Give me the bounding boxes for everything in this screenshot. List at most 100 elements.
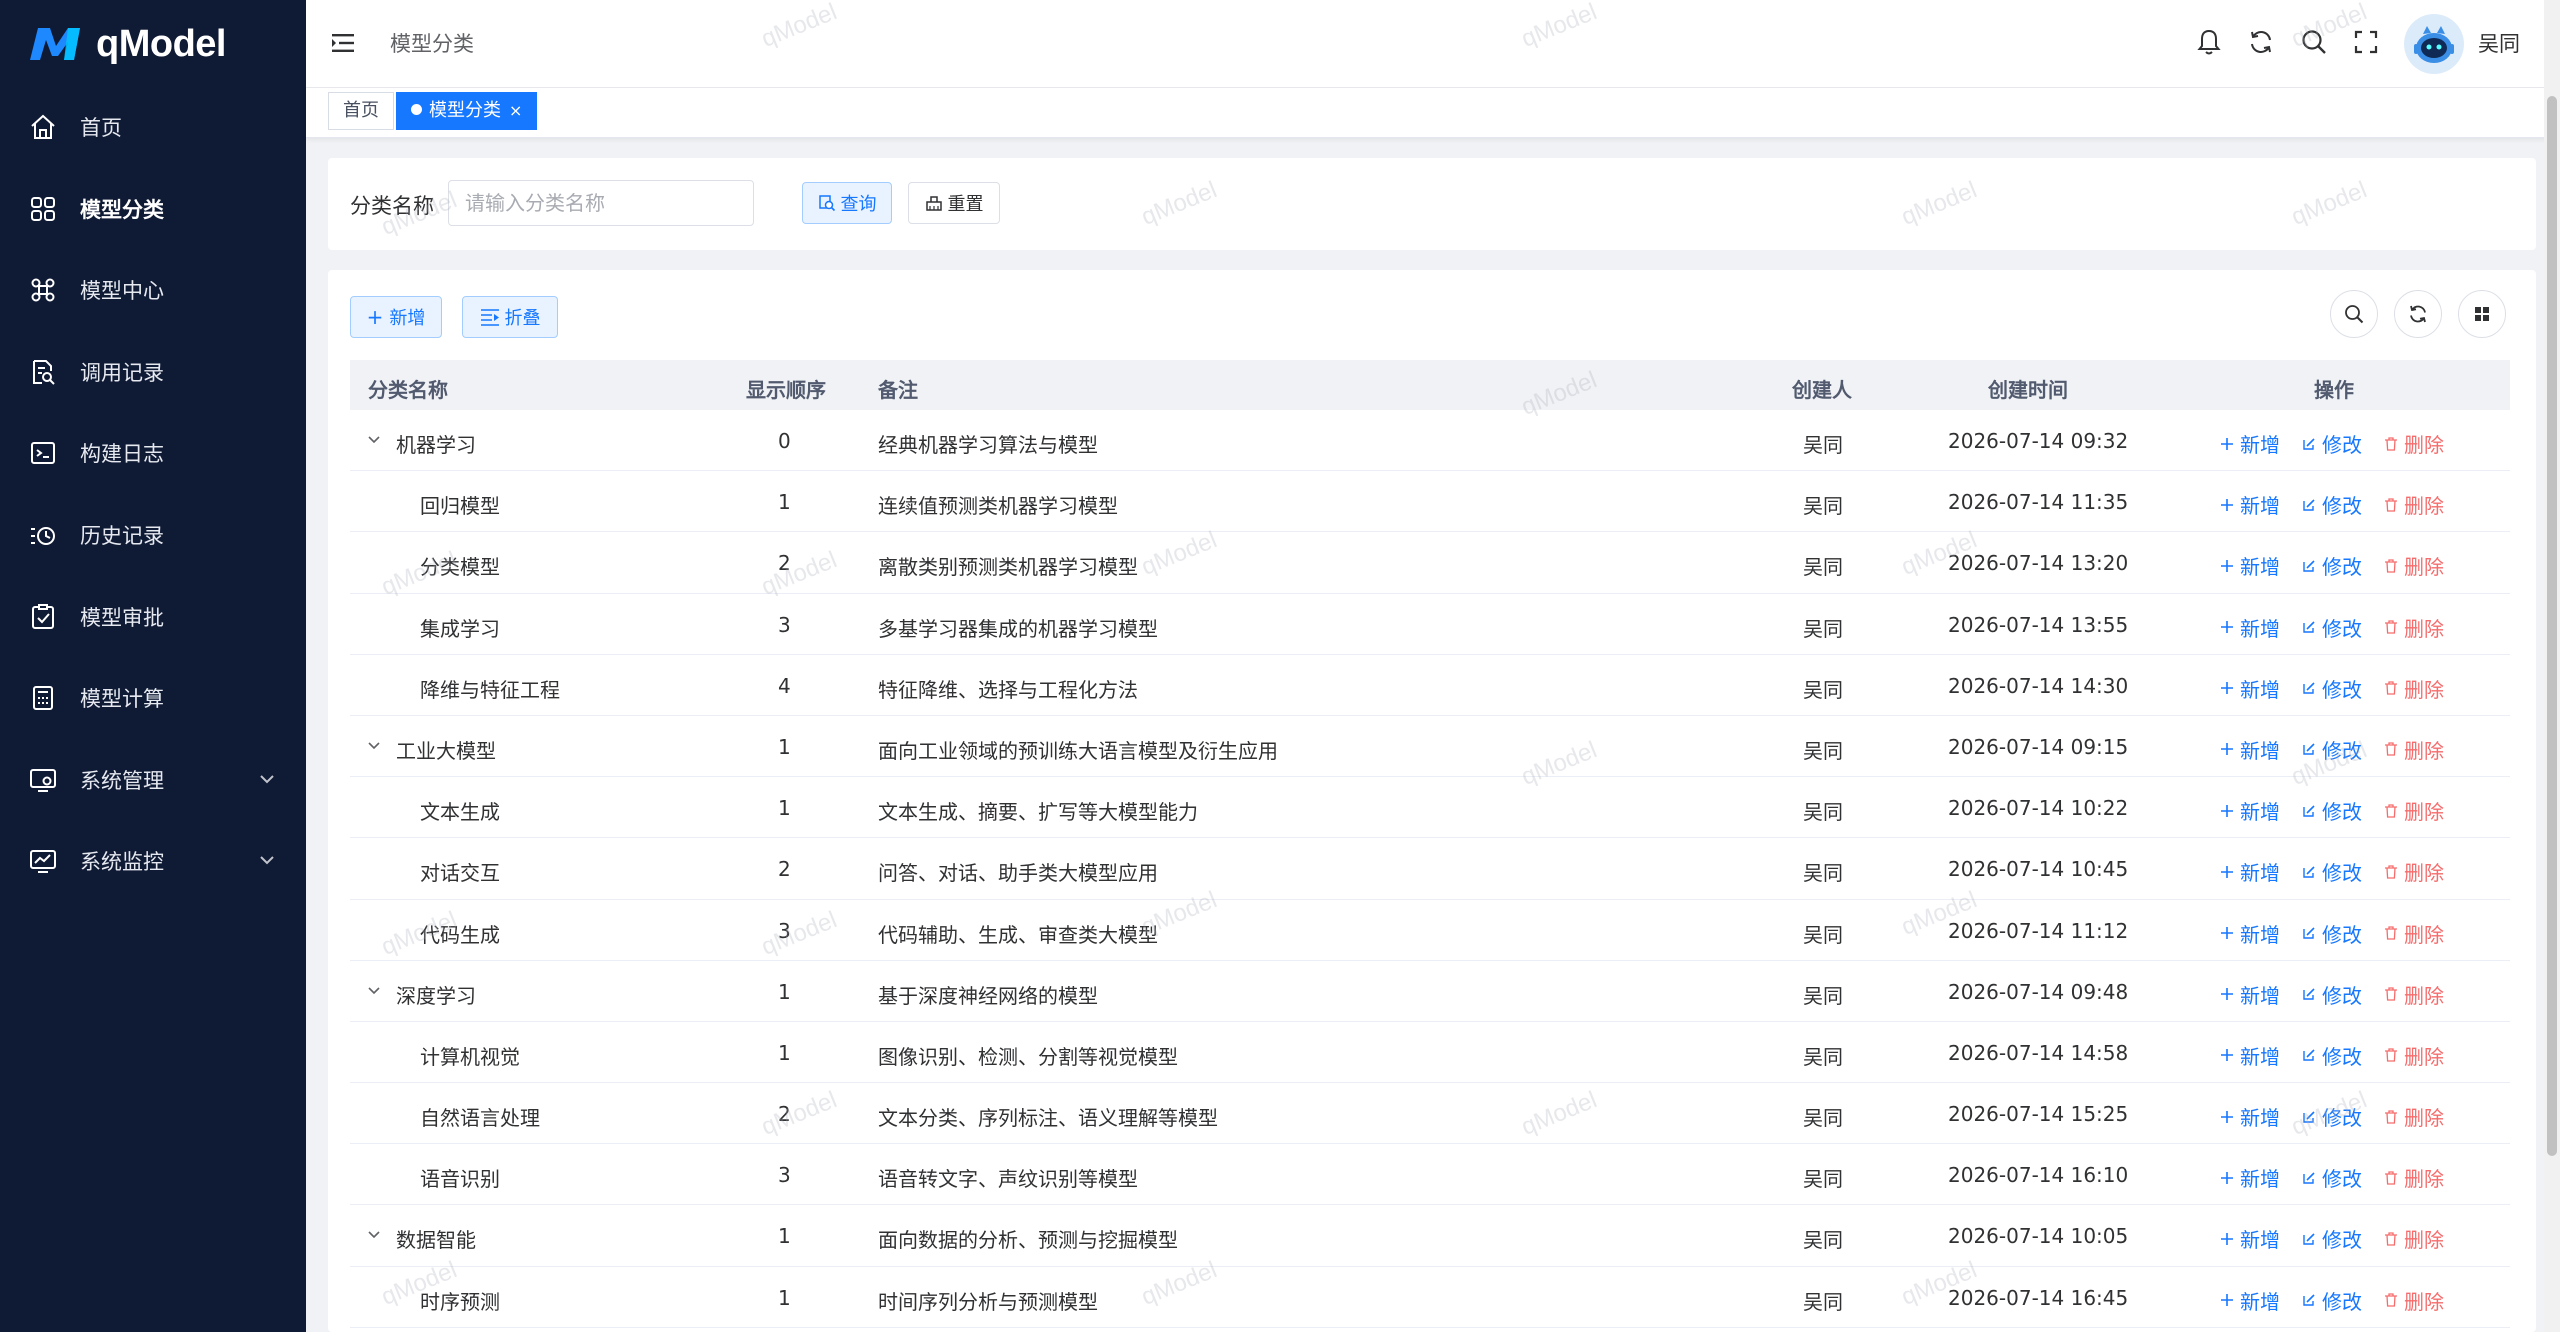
row-edit-button[interactable]: 修改: [2302, 551, 2362, 580]
row-delete-button[interactable]: 删除: [2384, 613, 2444, 642]
row-delete-button[interactable]: 删除: [2384, 1163, 2444, 1192]
row-add-button[interactable]: 新增: [2220, 551, 2280, 580]
row-edit-button[interactable]: 修改: [2302, 857, 2362, 886]
chevron-down-icon[interactable]: [366, 432, 382, 448]
row-add-button[interactable]: 新增: [2220, 919, 2280, 948]
username[interactable]: 吴同: [2478, 28, 2520, 58]
row-delete-button[interactable]: 删除: [2384, 674, 2444, 703]
category-name-cell: 分类模型: [420, 555, 500, 580]
created-time-cell: 2026-07-14 09:15: [1948, 734, 2129, 759]
row-edit-button[interactable]: 修改: [2302, 1224, 2362, 1253]
chevron-down-icon[interactable]: [366, 1227, 382, 1243]
refresh-icon[interactable]: [2246, 27, 2276, 57]
plus-icon: [2221, 804, 2233, 817]
category-name-cell: 降维与特征工程: [420, 677, 560, 702]
row-edit-label: 修改: [2322, 861, 2362, 886]
tab-label: 首页: [343, 100, 379, 121]
plus-icon: [2221, 865, 2233, 878]
table-row: 集成学习 3 多基学习器集成的机器学习模型 吴同 2026-07-14 13:55 新增 修…: [350, 594, 2510, 655]
row-add-button[interactable]: 新增: [2220, 1286, 2280, 1315]
creator-cell: 吴同: [1803, 616, 1843, 641]
sidebar-item-8[interactable]: 系统管理: [0, 744, 306, 816]
row-delete-button[interactable]: 删除: [2384, 980, 2444, 1009]
sidebar-item-6[interactable]: 模型审批: [0, 581, 306, 653]
row-delete-button[interactable]: 删除: [2384, 735, 2444, 764]
sidebar-item-1[interactable]: 模型分类: [0, 173, 306, 245]
row-add-button[interactable]: 新增: [2220, 674, 2280, 703]
row-edit-button[interactable]: 修改: [2302, 796, 2362, 825]
row-add-button[interactable]: 新增: [2220, 980, 2280, 1009]
close-icon[interactable]: ×: [509, 93, 522, 129]
row-edit-button[interactable]: 修改: [2302, 1102, 2362, 1131]
row-add-button[interactable]: 新增: [2220, 1102, 2280, 1131]
creator-cell: 吴同: [1803, 1044, 1843, 1069]
row-add-button[interactable]: 新增: [2220, 857, 2280, 886]
row-delete-button[interactable]: 删除: [2384, 857, 2444, 886]
row-delete-button[interactable]: 删除: [2384, 796, 2444, 825]
order-cell: 3: [778, 918, 791, 943]
row-delete-button[interactable]: 删除: [2384, 1041, 2444, 1070]
bell-icon[interactable]: [2194, 27, 2224, 57]
row-edit-button[interactable]: 修改: [2302, 490, 2362, 519]
row-delete-button[interactable]: 删除: [2384, 1224, 2444, 1253]
row-add-button[interactable]: 新增: [2220, 1163, 2280, 1192]
row-edit-label: 修改: [2322, 433, 2362, 457]
row-add-button[interactable]: 新增: [2220, 613, 2280, 642]
search-icon[interactable]: [2299, 27, 2329, 57]
category-name-cell: 工业大模型: [396, 738, 496, 763]
row-edit-button[interactable]: 修改: [2302, 1041, 2362, 1070]
row-add-button[interactable]: 新增: [2220, 1224, 2280, 1253]
toggle-search-button[interactable]: [2330, 290, 2378, 338]
hamburger-icon[interactable]: [330, 30, 356, 56]
tab-model-category[interactable]: 模型分类 ×: [396, 92, 538, 130]
row-edit-button[interactable]: 修改: [2302, 919, 2362, 948]
fold-button[interactable]: 折叠: [462, 296, 558, 338]
chevron-down-icon[interactable]: [366, 738, 382, 754]
fullscreen-icon[interactable]: [2351, 27, 2381, 57]
row-edit-button[interactable]: 修改: [2302, 980, 2362, 1009]
table-row: 机器学习 0 经典机器学习算法与模型 吴同 2026-07-14 09:32 新增 修改 删除: [350, 410, 2510, 472]
table-row: 对话交互 2 问答、对话、助手类大模型应用 吴同 2026-07-14 10:45 新增 修…: [350, 838, 2510, 900]
row-delete-button[interactable]: 删除: [2384, 429, 2444, 458]
sidebar-item-2[interactable]: 模型中心: [0, 254, 306, 326]
sidebar-item-9[interactable]: 系统监控: [0, 825, 306, 897]
columns-button[interactable]: [2458, 290, 2506, 338]
scrollbar-thumb[interactable]: [2547, 96, 2557, 1156]
sidebar-item-7[interactable]: 模型计算: [0, 662, 306, 734]
logo[interactable]: qModel: [0, 0, 306, 88]
avatar[interactable]: [2404, 14, 2464, 74]
creator-cell: 吴同: [1803, 433, 1843, 457]
row-edit-button[interactable]: 修改: [2302, 429, 2362, 458]
order-cell: 3: [778, 612, 791, 637]
row-add-button[interactable]: 新增: [2220, 490, 2280, 519]
add-button[interactable]: + 新增: [350, 296, 442, 338]
tab-home[interactable]: 首页: [328, 92, 394, 130]
reset-button[interactable]: 重置: [908, 182, 1000, 224]
row-edit-button[interactable]: 修改: [2302, 1163, 2362, 1192]
row-delete-button[interactable]: 删除: [2384, 1102, 2444, 1131]
row-edit-button[interactable]: 修改: [2302, 613, 2362, 642]
query-button[interactable]: 查询: [802, 182, 892, 224]
row-add-button[interactable]: 新增: [2220, 796, 2280, 825]
table-row: 回归模型 1 连续值预测类机器学习模型 吴同 2026-07-14 11:35 新增 修改 删…: [350, 471, 2510, 533]
row-delete-button[interactable]: 删除: [2384, 919, 2444, 948]
row-add-button[interactable]: 新增: [2220, 1041, 2280, 1070]
row-delete-button[interactable]: 删除: [2384, 490, 2444, 519]
row-add-button[interactable]: 新增: [2220, 429, 2280, 458]
row-delete-button[interactable]: 删除: [2384, 551, 2444, 580]
category-name-input[interactable]: [448, 180, 754, 226]
row-add-button[interactable]: 新增: [2220, 735, 2280, 764]
sidebar-item-3[interactable]: 调用记录: [0, 336, 306, 408]
row-edit-button[interactable]: 修改: [2302, 674, 2362, 703]
created-time-cell: 2026-07-14 16:10: [1948, 1163, 2129, 1188]
row-edit-button[interactable]: 修改: [2302, 1286, 2362, 1315]
row-add-label: 新增: [2240, 861, 2280, 886]
row-edit-button[interactable]: 修改: [2302, 735, 2362, 764]
refresh-button[interactable]: [2394, 290, 2442, 338]
chevron-down-icon[interactable]: [366, 983, 382, 999]
sidebar-item-4[interactable]: 构建日志: [0, 417, 306, 489]
row-delete-label: 删除: [2404, 1106, 2444, 1131]
row-delete-button[interactable]: 删除: [2384, 1286, 2444, 1315]
sidebar-item-5[interactable]: 历史记录: [0, 499, 306, 571]
sidebar-item-0[interactable]: 首页: [0, 91, 306, 163]
